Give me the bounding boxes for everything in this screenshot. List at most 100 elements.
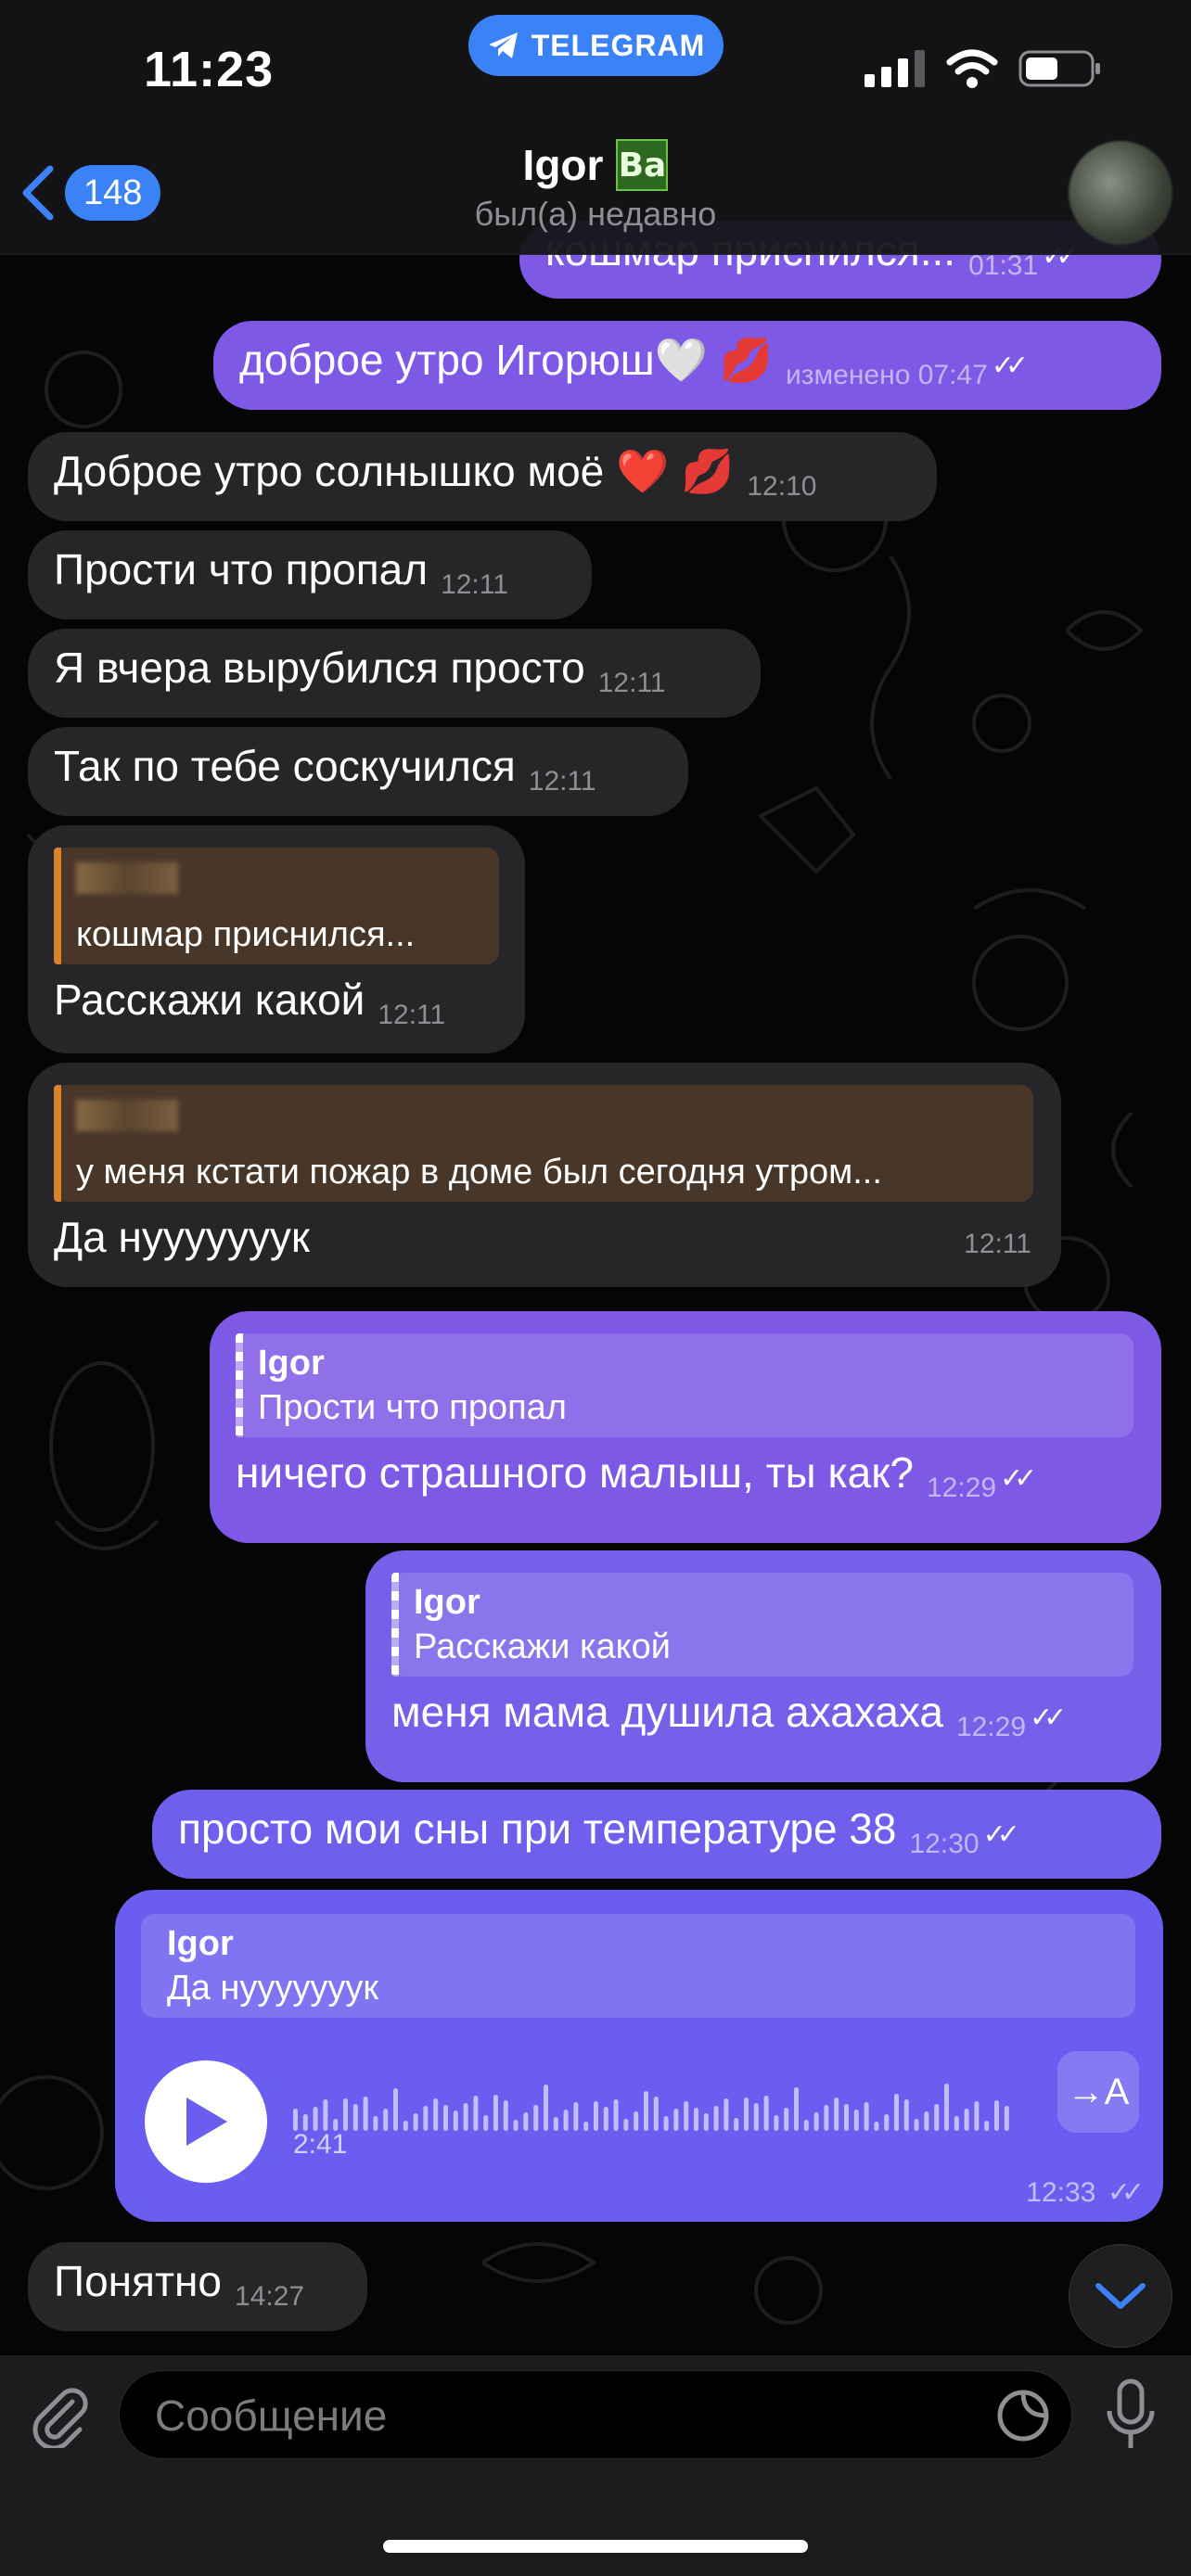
waveform-bar: [1004, 2106, 1009, 2131]
message-bubble[interactable]: просто мои сны при температуре 38 12:30 ✓✓: [152, 1790, 1161, 1879]
waveform-bar: [523, 2112, 529, 2131]
message-input[interactable]: [155, 2371, 990, 2460]
voice-waveform[interactable]: [293, 2075, 1026, 2149]
waveform-bar: [533, 2105, 539, 2131]
reply-text: у меня кстати пожар в доме был сегодня у…: [76, 1153, 882, 1192]
waveform-bar: [613, 2099, 619, 2131]
waveform-bar: [813, 2112, 819, 2131]
chat-title-area[interactable]: Igor Ba был(а) недавно: [0, 139, 1191, 234]
reply-author: Igor: [167, 1924, 234, 1963]
waveform-bar: [734, 2118, 739, 2131]
play-button[interactable]: [145, 2060, 267, 2183]
message-bubble[interactable]: Прости что пропал 12:11: [28, 530, 592, 619]
message-bubble[interactable]: Так по тебе соскучился 12:11: [28, 727, 688, 816]
message-list: кошмар приснился...01:31✓✓ доброе утро И…: [0, 0, 1191, 2576]
waveform-bar: [583, 2122, 589, 2131]
telegram-pill[interactable]: TELEGRAM: [468, 15, 724, 76]
waveform-bar: [944, 2084, 949, 2131]
waveform-bar: [323, 2099, 328, 2131]
message-time: 12:11: [597, 668, 666, 698]
waveform-bar: [513, 2120, 519, 2131]
waveform-bar: [874, 2122, 879, 2131]
message-time: 12:29: [926, 1473, 997, 1503]
message-time: 12:11: [441, 569, 508, 600]
reply-quote[interactable]: Igor Да нууууууук: [141, 1914, 1135, 2018]
message-bubble[interactable]: Я вчера вырубился просто 12:11: [28, 629, 761, 718]
waveform-bar: [924, 2111, 929, 2131]
avatar[interactable]: [1069, 141, 1172, 245]
message-bubble[interactable]: у меня кстати пожар в доме был сегодня у…: [28, 1063, 1061, 1287]
message-text: Так по тебе соскучился: [54, 742, 516, 790]
message-bubble[interactable]: Igor Прости что пропал ничего страшного …: [210, 1311, 1161, 1543]
message-bubble[interactable]: кошмар приснился... Расскажи какой 12:11: [28, 825, 525, 1053]
waveform-bar: [834, 2098, 839, 2131]
waveform-bar: [473, 2096, 479, 2131]
reply-text: кошмар приснился...: [76, 915, 416, 954]
reply-quote[interactable]: у меня кстати пожар в доме был сегодня у…: [54, 1085, 1033, 1202]
reply-quote[interactable]: Igor Прости что пропал: [236, 1333, 1133, 1437]
message-bubble[interactable]: Понятно 14:27: [28, 2242, 367, 2331]
waveform-bar: [594, 2101, 598, 2131]
waveform-bar: [724, 2098, 729, 2131]
sticker-icon[interactable]: [995, 2388, 1051, 2443]
reply-author: Igor: [258, 1344, 325, 1383]
waveform-bar: [894, 2094, 899, 2131]
reply-quote[interactable]: кошмар приснился...: [54, 848, 499, 964]
read-checks-icon: ✓✓: [1107, 2177, 1145, 2208]
reply-author: Igor: [414, 1583, 480, 1622]
element-tile-emoji: Ba: [616, 139, 669, 191]
waveform-bar: [363, 2097, 368, 2131]
read-checks-icon: ✓✓: [991, 351, 1029, 381]
read-checks-icon: ✓✓: [982, 1819, 1020, 1850]
waveform-bar: [544, 2085, 548, 2131]
last-seen-status: был(а) недавно: [474, 195, 717, 233]
wifi-icon: [946, 49, 998, 88]
scroll-down-button[interactable]: [1069, 2244, 1172, 2348]
voice-message-bubble[interactable]: Igor Да нууууууук 2:41 →A 12:33 ✓✓: [115, 1890, 1163, 2222]
paperclip-icon[interactable]: [26, 2381, 93, 2448]
waveform-bar: [914, 2119, 919, 2131]
waveform-bar: [623, 2119, 629, 2131]
reply-quote[interactable]: Igor Расскажи какой: [391, 1573, 1133, 1677]
waveform-bar: [373, 2116, 378, 2131]
waveform-bar: [844, 2104, 849, 2131]
waveform-bar: [293, 2109, 298, 2131]
message-bubble[interactable]: доброе утро Игорюш🤍 💋 изменено 07:47 ✓✓: [213, 321, 1161, 410]
waveform-bar: [352, 2104, 358, 2131]
voice-time: 12:33 ✓✓: [1026, 2176, 1145, 2209]
waveform-bar: [694, 2108, 698, 2131]
waveform-bar: [563, 2110, 569, 2131]
message-time: 12:11: [528, 766, 596, 797]
waveform-bar: [794, 2087, 799, 2131]
waveform-bar: [753, 2103, 759, 2131]
message-text: Доброе утро солнышко моё ❤️ 💋: [54, 447, 735, 495]
message-bubble[interactable]: Доброе утро солнышко моё ❤️ 💋 12:10: [28, 432, 937, 521]
read-checks-icon: ✓✓: [1030, 1702, 1067, 1733]
waveform-bar: [634, 2111, 639, 2131]
waveform-bar: [853, 2110, 859, 2131]
waveform-bar: [644, 2091, 648, 2131]
message-text: меня мама душила ахахаха: [391, 1688, 943, 1736]
waveform-bar: [903, 2099, 909, 2131]
message-text: Понятно: [54, 2257, 223, 2305]
waveform-bar: [383, 2109, 389, 2131]
waveform-bar: [413, 2113, 418, 2131]
waveform-bar: [603, 2107, 608, 2131]
waveform-bar: [483, 2115, 489, 2131]
status-icons: [864, 48, 1102, 89]
blurred-reply-name: [76, 1100, 178, 1131]
message-time: 12:11: [964, 1229, 1031, 1259]
waveform-bar: [463, 2103, 468, 2131]
transcribe-button[interactable]: →A: [1057, 2051, 1139, 2133]
message-time: 12:11: [378, 1000, 446, 1030]
telegram-pill-label: TELEGRAM: [531, 28, 706, 62]
message-bubble[interactable]: Igor Расскажи какой меня мама душила аха…: [365, 1550, 1161, 1782]
microphone-icon[interactable]: [1102, 2378, 1159, 2452]
reply-text: Расскажи какой: [414, 1627, 672, 1666]
waveform-bar: [653, 2097, 659, 2131]
blurred-reply-name: [76, 862, 178, 894]
message-time: изменено 07:47: [786, 360, 988, 390]
read-checks-icon: ✓✓: [1000, 1463, 1037, 1494]
message-text: Да нууууууук: [54, 1213, 311, 1261]
waveform-bar: [703, 2113, 709, 2131]
